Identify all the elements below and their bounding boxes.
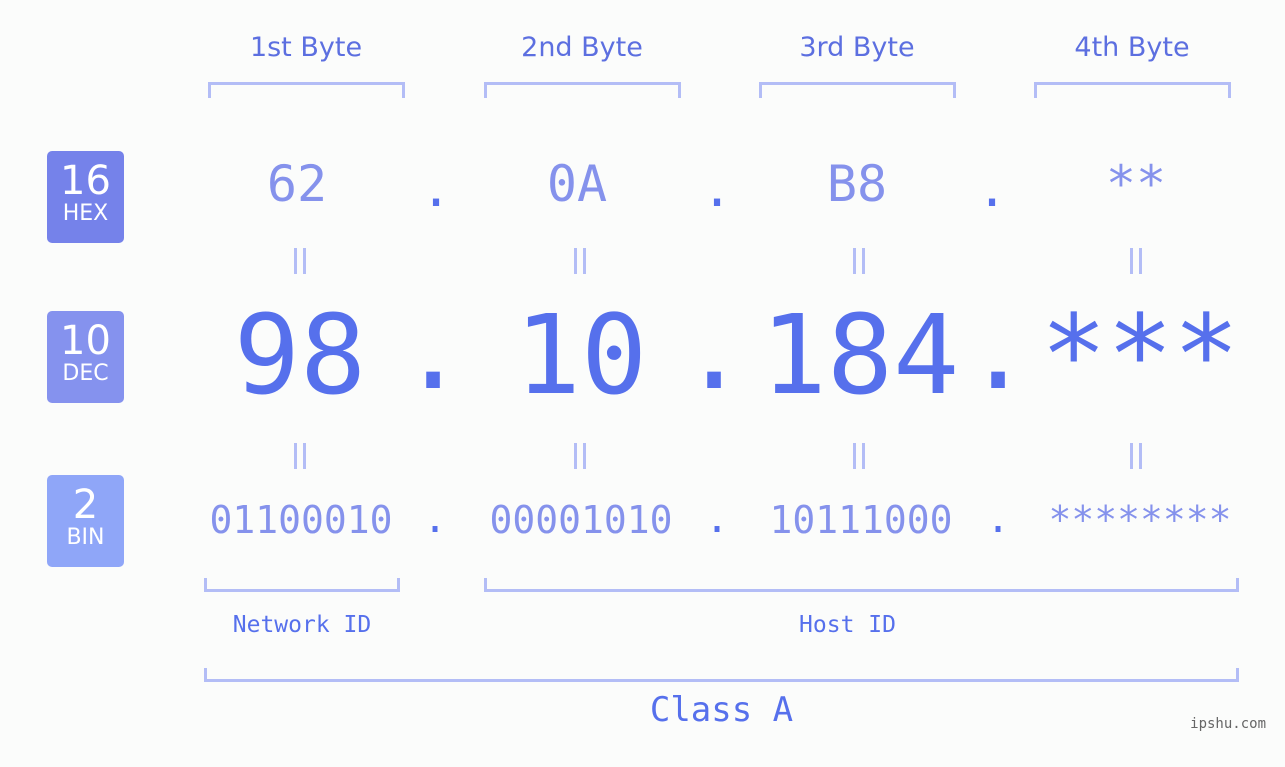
byte-bracket-1 [208, 82, 405, 98]
byte-header-2: 2nd Byte [521, 32, 643, 63]
equals-icon [574, 443, 586, 469]
network-id-bracket [204, 578, 400, 592]
bin-dot-3: . [985, 496, 1011, 542]
bin-byte-3: 10111000 [769, 498, 953, 542]
byte-bracket-4 [1034, 82, 1231, 98]
host-id-bracket [484, 578, 1239, 592]
hex-dot-2: . [701, 160, 733, 218]
bin-byte-1: 01100010 [209, 498, 393, 542]
dec-dot-2: . [681, 286, 748, 414]
bin-base: 2 [72, 482, 99, 528]
dec-dot-3: . [965, 286, 1032, 414]
hex-label: HEX [62, 201, 109, 226]
hex-byte-3: B8 [826, 155, 888, 213]
equals-icon [574, 248, 586, 274]
bin-byte-4: ******** [1048, 498, 1232, 542]
bin-dot-1: . [422, 496, 448, 542]
equals-icon [294, 248, 306, 274]
network-id-label: Network ID [232, 612, 372, 638]
equals-icon [853, 248, 865, 274]
byte-header-3: 3rd Byte [799, 32, 915, 63]
bin-byte-2: 00001010 [489, 498, 673, 542]
hex-badge: 16 HEX [47, 151, 124, 243]
bin-label: BIN [66, 525, 105, 550]
hex-byte-1: 62 [266, 155, 328, 213]
equals-icon [294, 443, 306, 469]
bin-dot-2: . [704, 496, 730, 542]
class-bracket [204, 668, 1239, 682]
equals-icon [1130, 248, 1142, 274]
hex-byte-2: 0A [546, 155, 608, 213]
dec-label: DEC [62, 361, 109, 386]
dec-byte-4: *** [1040, 291, 1240, 419]
hex-byte-4: ** [1105, 155, 1167, 213]
dec-byte-1: 98 [233, 291, 367, 419]
equals-icon [1130, 443, 1142, 469]
dec-badge: 10 DEC [47, 311, 124, 403]
byte-bracket-2 [484, 82, 681, 98]
equals-icon [853, 443, 865, 469]
dec-dot-1: . [400, 286, 467, 414]
footer-site: ipshu.com [1190, 716, 1266, 732]
hex-dot-3: . [976, 160, 1008, 218]
byte-bracket-3 [759, 82, 956, 98]
dec-base: 10 [60, 318, 111, 364]
bin-badge: 2 BIN [47, 475, 124, 567]
byte-header-1: 1st Byte [249, 32, 363, 63]
class-label: Class A [649, 690, 794, 730]
dec-byte-2: 10 [514, 291, 648, 419]
hex-base: 16 [60, 158, 111, 204]
host-id-label: Host ID [799, 612, 896, 638]
byte-header-4: 4th Byte [1074, 32, 1190, 63]
hex-dot-1: . [420, 160, 452, 218]
dec-byte-3: 184 [760, 291, 960, 419]
